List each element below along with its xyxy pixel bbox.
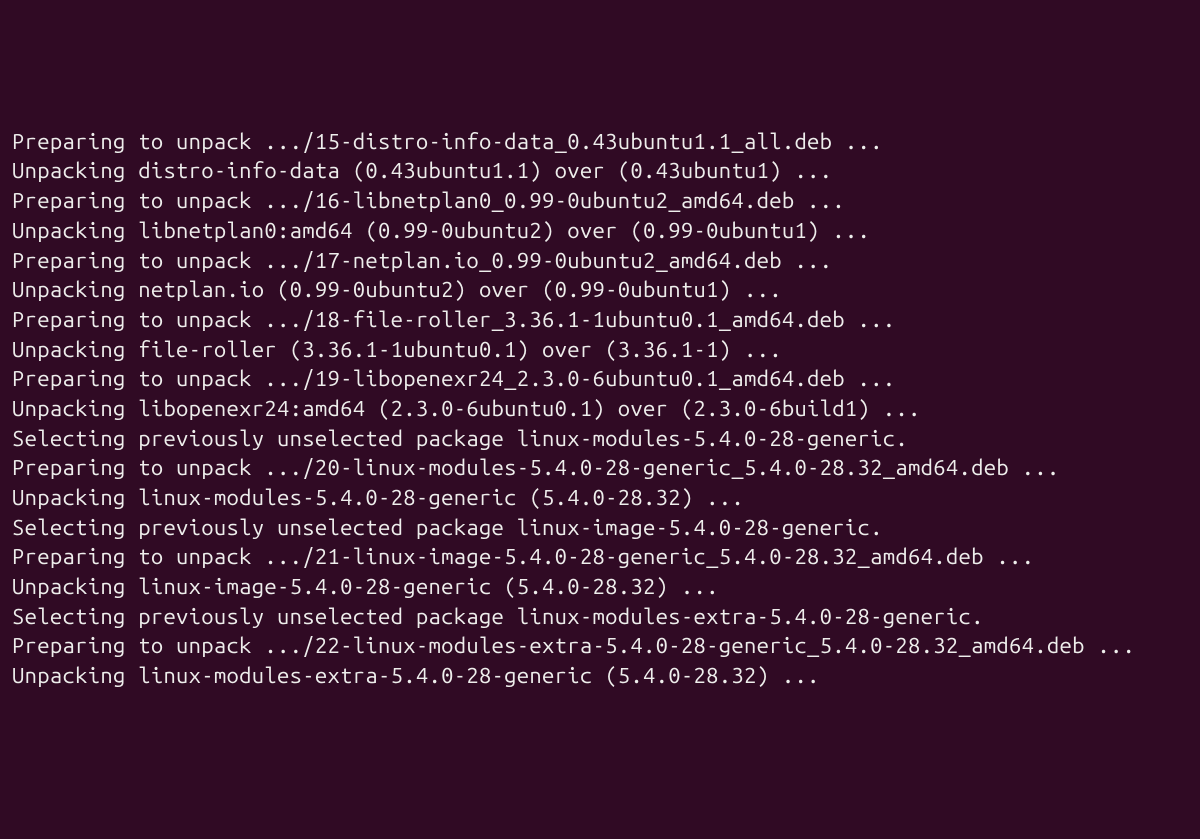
terminal-line: Preparing to unpack .../21-linux-image-5…	[12, 542, 1188, 572]
terminal-line: Unpacking linux-image-5.4.0-28-generic (…	[12, 572, 1188, 602]
terminal-line: Preparing to unpack .../18-file-roller_3…	[12, 305, 1188, 335]
terminal-line: Preparing to unpack .../22-linux-modules…	[12, 631, 1188, 661]
terminal-line: Preparing to unpack .../16-libnetplan0_0…	[12, 186, 1188, 216]
terminal-line: Preparing to unpack .../17-netplan.io_0.…	[12, 246, 1188, 276]
terminal-line: Unpacking linux-modules-extra-5.4.0-28-g…	[12, 661, 1188, 691]
terminal-line: Unpacking linux-modules-5.4.0-28-generic…	[12, 483, 1188, 513]
terminal-line: Unpacking libnetplan0:amd64 (0.99-0ubunt…	[12, 216, 1188, 246]
terminal-line: Preparing to unpack .../20-linux-modules…	[12, 453, 1188, 483]
terminal-line: Selecting previously unselected package …	[12, 602, 1188, 632]
terminal-line: Unpacking distro-info-data (0.43ubuntu1.…	[12, 156, 1188, 186]
terminal-output[interactable]: Preparing to unpack .../15-distro-info-d…	[12, 127, 1188, 691]
terminal-line: Selecting previously unselected package …	[12, 513, 1188, 543]
terminal-line: Preparing to unpack .../15-distro-info-d…	[12, 127, 1188, 157]
terminal-line: Unpacking netplan.io (0.99-0ubuntu2) ove…	[12, 275, 1188, 305]
terminal-line: Unpacking file-roller (3.36.1-1ubuntu0.1…	[12, 335, 1188, 365]
terminal-line: Unpacking libopenexr24:amd64 (2.3.0-6ubu…	[12, 394, 1188, 424]
terminal-line: Selecting previously unselected package …	[12, 424, 1188, 454]
terminal-line: Preparing to unpack .../19-libopenexr24_…	[12, 364, 1188, 394]
